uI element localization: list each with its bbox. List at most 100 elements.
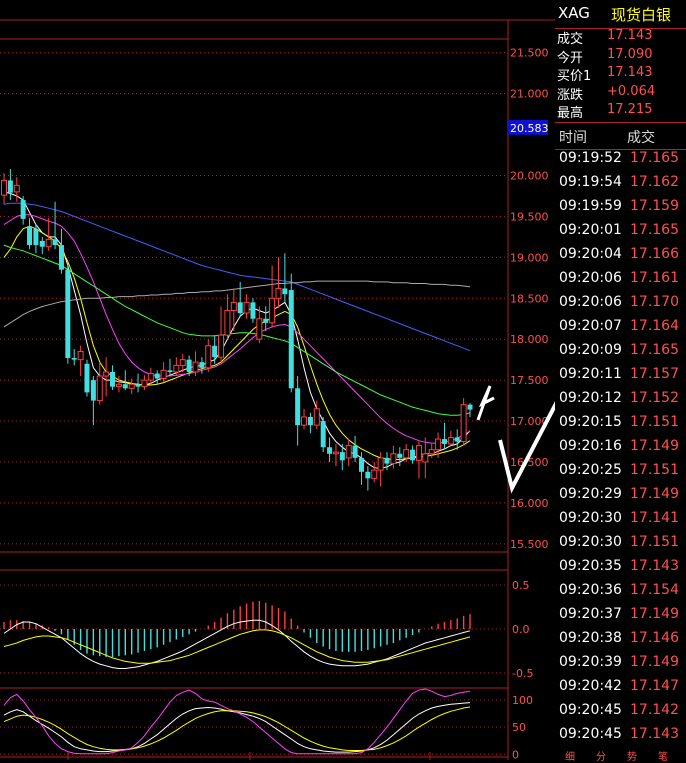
tick-row[interactable]: 09:20:01 17.165: [555, 222, 686, 246]
quote-label: 最高: [557, 106, 584, 121]
tick-price: 17.147: [630, 678, 679, 694]
tick-row[interactable]: 09:20:38 17.146: [555, 630, 686, 654]
tick-row[interactable]: 09:20:09 17.165: [555, 342, 686, 366]
candle: [147, 373, 154, 381]
candle: [192, 361, 199, 373]
tick-row[interactable]: 09:20:42 17.147: [555, 678, 686, 702]
tick-row[interactable]: 09:19:59 17.159: [555, 198, 686, 222]
candle: [332, 451, 339, 455]
candle: [410, 449, 416, 461]
candle: [288, 290, 294, 389]
candle: [167, 370, 173, 372]
tick-price: 17.157: [630, 366, 679, 382]
candle: [250, 302, 256, 319]
tick-price: 17.154: [630, 582, 679, 598]
candle: [71, 358, 77, 360]
candle: [403, 449, 410, 459]
footer-tab[interactable]: 分: [596, 748, 606, 763]
tick-row[interactable]: 09:20:07 17.164: [555, 318, 686, 342]
footer-tab[interactable]: 笔: [658, 748, 668, 763]
tick-row[interactable]: 09:20:04 17.166: [555, 246, 686, 270]
tick-price: 17.151: [630, 534, 679, 550]
footer-tab[interactable]: 势: [627, 748, 637, 763]
candle: [460, 404, 467, 443]
tick-time: 09:20:09: [559, 342, 622, 358]
macd-y-tick-label: -0.5: [512, 667, 533, 680]
y-tick-label: 15.500: [510, 538, 549, 551]
kdj-j-line: [3, 688, 471, 755]
tick-row[interactable]: 09:20:45 17.143: [555, 726, 686, 750]
candle: [467, 404, 473, 410]
candle: [435, 438, 442, 451]
tick-row[interactable]: 09:20:06 17.170: [555, 294, 686, 318]
tick-time: 09:20:11: [559, 366, 622, 382]
tick-row[interactable]: 09:20:35 17.143: [555, 558, 686, 582]
candle: [224, 310, 231, 336]
tick-row[interactable]: 09:20:15 17.151: [555, 414, 686, 438]
candle: [52, 239, 58, 246]
candle: [90, 380, 96, 401]
panel-footer-tabs[interactable]: 细分势笔: [555, 748, 686, 763]
candle: [115, 383, 122, 388]
quote-value: 17.215: [607, 102, 653, 117]
macd-y-tick-label: 0.0: [512, 623, 530, 636]
price-chart[interactable]: 21.500 21.000 20.583 20.000 19.500 19.000 18.5…: [0, 0, 555, 760]
tick-row[interactable]: 09:20:12 17.152: [555, 390, 686, 414]
tick-row[interactable]: 09:20:39 17.149: [555, 654, 686, 678]
tick-time: 09:20:45: [559, 726, 622, 742]
ticks-header-time: 时间: [559, 130, 587, 146]
tick-row[interactable]: 09:20:11 17.157: [555, 366, 686, 390]
candle: [135, 384, 141, 387]
ma-line: [3, 191, 471, 470]
tick-row[interactable]: 09:20:37 17.149: [555, 606, 686, 630]
tick-time: 09:19:59: [559, 198, 622, 214]
y-tick-label: 16.000: [510, 497, 549, 510]
footer-tab[interactable]: 细: [565, 748, 575, 763]
candle: [110, 371, 116, 387]
candle: [345, 445, 352, 459]
tick-time: 09:20:15: [559, 414, 622, 430]
tick-row[interactable]: 09:20:30 17.141: [555, 510, 686, 534]
tick-price: 17.149: [630, 654, 679, 670]
symbol-header: XAG 现货白银: [555, 0, 686, 29]
tick-row[interactable]: 09:19:52 17.165: [555, 150, 686, 174]
tick-time: 09:20:06: [559, 294, 622, 310]
tick-row[interactable]: 09:20:36 17.154: [555, 582, 686, 606]
kdj-y-tick-label: 0: [512, 748, 519, 760]
candle: [103, 371, 110, 377]
tick-row[interactable]: 09:20:06 17.161: [555, 270, 686, 294]
candle: [352, 445, 358, 458]
tick-time: 09:20:29: [559, 486, 622, 502]
tick-price: 17.149: [630, 486, 679, 502]
candle: [339, 452, 345, 461]
tick-row[interactable]: 09:20:29 17.149: [555, 486, 686, 510]
candle: [128, 383, 135, 389]
quote-label: 今开: [557, 50, 584, 66]
candle: [282, 288, 288, 295]
y-tick-label-highlight: 20.583: [510, 122, 549, 135]
tick-row[interactable]: 09:19:54 17.162: [555, 174, 686, 198]
candle: [454, 437, 460, 442]
tick-price: 17.166: [630, 246, 679, 262]
quote-value: +0.064: [607, 83, 656, 99]
tick-row[interactable]: 09:20:45 17.142: [555, 702, 686, 726]
tick-row[interactable]: 09:20:25 17.151: [555, 462, 686, 486]
tick-time: 09:20:30: [559, 534, 622, 550]
symbol-code: XAG: [558, 4, 590, 22]
candle: [154, 373, 160, 379]
tick-time: 09:20:06: [559, 270, 622, 286]
tick-price: 17.143: [630, 558, 679, 574]
tick-time: 09:20:45: [559, 702, 622, 718]
candle: [141, 379, 148, 388]
quote-label: 买价1: [557, 69, 592, 84]
tick-row[interactable]: 09:20:30 17.151: [555, 534, 686, 558]
y-tick-label: 21.500: [510, 47, 549, 60]
candlestick-chart[interactable]: 21.500 21.000 20.583 20.000 19.500 19.000 18.5…: [1, 47, 549, 551]
candle: [212, 345, 218, 358]
candle: [295, 388, 301, 426]
tick-row[interactable]: 09:20:16 17.149: [555, 438, 686, 462]
quote-panel: XAG 现货白银 成交 17.143 今开 17.090 买价1 17.143 涨跌 +0.0…: [555, 0, 686, 763]
candle: [441, 439, 447, 444]
tick-time: 09:20:42: [559, 678, 622, 694]
candle: [179, 359, 186, 366]
